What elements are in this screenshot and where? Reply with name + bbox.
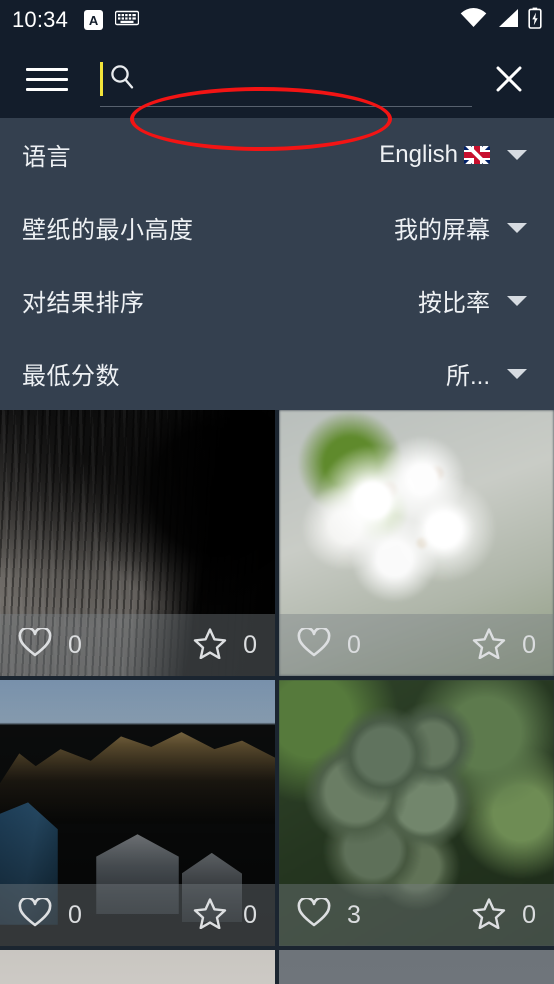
like-stat[interactable]: 0 <box>18 896 82 933</box>
favorite-stat[interactable]: 0 <box>472 897 536 934</box>
status-bar-right-icons <box>460 7 542 34</box>
wallpaper-card[interactable] <box>0 950 275 984</box>
setting-row-min-wallpaper-height[interactable]: 壁纸的最小高度 我的屏幕 <box>0 191 554 264</box>
input-method-icon: A <box>84 10 104 30</box>
setting-control[interactable]: English <box>379 141 540 169</box>
star-icon[interactable] <box>472 897 506 934</box>
setting-label: 对结果排序 <box>22 290 145 317</box>
wallpaper-card[interactable] <box>279 950 554 984</box>
wallpaper-thumbnail <box>279 950 554 984</box>
setting-value: 我的屏幕 <box>394 210 490 245</box>
wallpaper-card[interactable]: 0 0 <box>279 410 554 676</box>
setting-value-text: 我的屏幕 <box>394 217 490 244</box>
setting-value: English <box>379 141 490 169</box>
app-root: 10:34 A 语言 English 壁纸的最小高度 我的屏幕 对结果排序 按比… <box>0 0 554 984</box>
favorite-count: 0 <box>522 630 536 659</box>
star-icon[interactable] <box>472 627 506 664</box>
setting-control[interactable]: 按比率 <box>418 283 540 318</box>
like-count: 0 <box>347 630 361 659</box>
wallpaper-stats-bar: 0 0 <box>0 614 275 676</box>
hamburger-menu-icon[interactable] <box>26 63 68 95</box>
status-bar-clock: 10:34 <box>12 7 69 32</box>
wallpaper-stats-bar: 3 0 <box>279 884 554 946</box>
uk-flag-icon <box>464 145 490 164</box>
close-icon[interactable] <box>486 56 532 102</box>
like-stat[interactable]: 3 <box>297 896 361 933</box>
settings-panel: 语言 English 壁纸的最小高度 我的屏幕 对结果排序 按比率 最低分数 所… <box>0 118 554 410</box>
setting-value-text: English <box>379 140 458 168</box>
wallpaper-card[interactable]: 0 0 <box>0 680 275 946</box>
wifi-icon <box>460 7 487 33</box>
favorite-count: 0 <box>243 900 257 929</box>
setting-row-sort-results[interactable]: 对结果排序 按比率 <box>0 264 554 337</box>
setting-row-language[interactable]: 语言 English <box>0 118 554 191</box>
cellular-signal-icon <box>496 8 519 33</box>
wallpaper-stats-bar: 0 0 <box>279 614 554 676</box>
wallpaper-card[interactable]: 3 0 <box>279 680 554 946</box>
search-field[interactable] <box>100 49 472 109</box>
heart-icon[interactable] <box>297 896 331 933</box>
setting-value: 按比率 <box>418 283 490 318</box>
setting-value: 所... <box>446 356 490 391</box>
heart-icon[interactable] <box>18 896 52 933</box>
status-bar-left-icons: A <box>84 10 140 31</box>
like-stat[interactable]: 0 <box>297 626 361 663</box>
favorite-stat[interactable]: 0 <box>193 897 257 934</box>
favorite-count: 0 <box>522 900 536 929</box>
star-icon[interactable] <box>193 627 227 664</box>
favorite-count: 0 <box>243 630 257 659</box>
wallpaper-card[interactable]: 0 0 <box>0 410 275 676</box>
like-count: 3 <box>347 900 361 929</box>
wallpaper-thumbnail <box>0 950 275 984</box>
toolbar <box>0 40 554 151</box>
wallpaper-stats-bar: 0 0 <box>0 884 275 946</box>
wallpaper-results-grid: 0 0 0 0 0 0 3 0 <box>0 410 554 984</box>
favorite-stat[interactable]: 0 <box>472 627 536 664</box>
setting-label: 壁纸的最小高度 <box>22 217 194 244</box>
chevron-down-icon[interactable] <box>494 367 540 381</box>
heart-icon[interactable] <box>297 626 331 663</box>
chevron-down-icon[interactable] <box>494 148 540 162</box>
favorite-stat[interactable]: 0 <box>193 627 257 664</box>
setting-label: 语言 <box>22 144 71 171</box>
chevron-down-icon[interactable] <box>494 294 540 308</box>
like-count: 0 <box>68 630 82 659</box>
like-count: 0 <box>68 900 82 929</box>
keyboard-icon <box>114 10 140 31</box>
setting-control[interactable]: 我的屏幕 <box>394 210 540 245</box>
setting-value-text: 按比率 <box>418 290 490 317</box>
status-bar: 10:34 A <box>0 0 554 40</box>
chevron-down-icon[interactable] <box>494 221 540 235</box>
star-icon[interactable] <box>193 897 227 934</box>
heart-icon[interactable] <box>18 626 52 663</box>
battery-charging-icon <box>528 7 542 34</box>
search-underline <box>100 106 472 107</box>
setting-row-minimum-score[interactable]: 最低分数 所... <box>0 337 554 410</box>
setting-control[interactable]: 所... <box>446 356 540 391</box>
setting-value-text: 所... <box>445 363 490 390</box>
search-input[interactable] <box>100 49 472 109</box>
setting-label: 最低分数 <box>22 363 120 390</box>
like-stat[interactable]: 0 <box>18 626 82 663</box>
